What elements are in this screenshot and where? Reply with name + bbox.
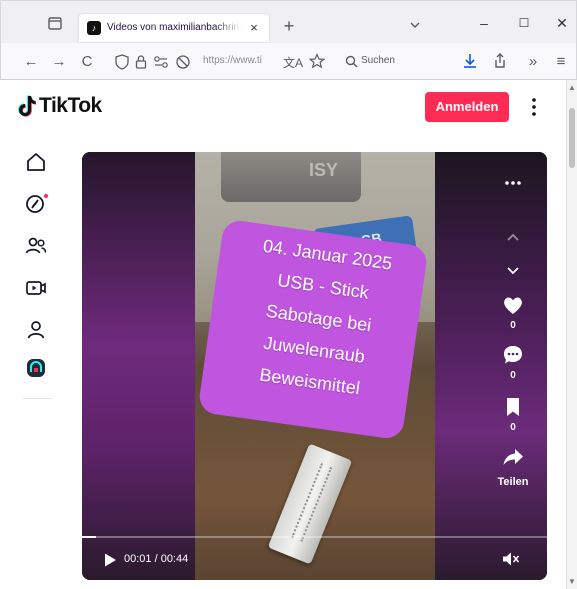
video-progress-fill: [82, 536, 96, 538]
bookmark-star-icon[interactable]: [308, 53, 326, 74]
url-text[interactable]: https://www.ti: [203, 55, 262, 66]
tracking-blocked-icon[interactable]: [175, 54, 191, 75]
next-video-icon[interactable]: [498, 260, 528, 287]
following-icon[interactable]: [24, 234, 48, 258]
tiktok-page: TikTok Anmelden ISY 04. Januar 2025 USB …: [0, 80, 566, 589]
toolbar-overflow-button[interactable]: »: [523, 52, 543, 72]
like-heart-icon[interactable]: [498, 294, 528, 321]
forward-button[interactable]: →: [49, 52, 69, 72]
tiktok-logo[interactable]: TikTok: [18, 92, 102, 120]
sidebar-nav: [0, 136, 70, 589]
login-button[interactable]: Anmelden: [425, 92, 509, 122]
previous-video-icon[interactable]: [498, 226, 528, 253]
url-bar[interactable]: https://www.ti 文A: [105, 50, 329, 74]
video-progress-bar[interactable]: [82, 536, 547, 538]
tiktok-favicon-icon: ♪: [87, 21, 101, 35]
bookmark-icon[interactable]: [498, 396, 528, 423]
mute-icon[interactable]: [502, 551, 520, 567]
tab-list-icon[interactable]: [45, 13, 65, 33]
share-label: Teilen: [497, 476, 529, 488]
like-count: 0: [510, 320, 516, 331]
share-page-icon[interactable]: [491, 52, 509, 75]
search-placeholder: Suchen: [361, 55, 395, 66]
video-action-bar: 0 0 0 Teilen: [498, 224, 528, 524]
more-options-icon[interactable]: [526, 94, 542, 120]
translate-icon[interactable]: 文A: [283, 54, 303, 71]
video-caption-text: 04. Januar 2025 USB - Stick Sabotage bei…: [197, 216, 437, 444]
video-player[interactable]: ISY GB 04. Januar 2025 USB - Stick Sabot…: [82, 152, 547, 580]
permissions-icon[interactable]: [153, 55, 169, 74]
home-icon[interactable]: [24, 150, 48, 174]
video-scene-device: ISY: [221, 152, 361, 202]
tab-close-button[interactable]: ×: [245, 19, 263, 37]
tab-title: Videos von maximilianbachring: [107, 22, 241, 33]
search-box[interactable]: Suchen: [337, 50, 447, 74]
share-arrow-icon[interactable]: [498, 446, 528, 473]
tiktok-logo-text: TikTok: [39, 94, 102, 117]
scroll-up-icon[interactable]: ▲: [568, 83, 576, 92]
get-app-icon[interactable]: [24, 356, 48, 380]
save-count: 0: [510, 422, 516, 433]
video-blur-right: [435, 152, 547, 580]
play-icon[interactable]: [102, 552, 118, 568]
maximize-button[interactable]: ☐: [513, 13, 535, 33]
back-button[interactable]: ←: [21, 52, 41, 72]
chevron-down-icon[interactable]: [407, 17, 423, 33]
browser-tab-bar: ♪ Videos von maximilianbachring × + – ☐ …: [0, 0, 577, 43]
page-scrollbar[interactable]: ▲ ▼: [566, 80, 577, 589]
shield-icon[interactable]: [115, 54, 129, 75]
close-window-button[interactable]: ✕: [551, 13, 573, 33]
scrollbar-thumb[interactable]: [569, 108, 575, 168]
profile-icon[interactable]: [24, 318, 48, 342]
video-more-icon[interactable]: [502, 174, 524, 185]
download-icon[interactable]: [461, 52, 479, 75]
usb-stick-image: [267, 443, 353, 565]
tiktok-note-icon: [18, 95, 36, 117]
reload-button[interactable]: C: [77, 52, 97, 72]
lock-icon[interactable]: [135, 54, 147, 75]
browser-nav-bar: ← → C https://www.ti 文A Suchen » ≡: [0, 43, 577, 80]
scroll-down-icon[interactable]: ▼: [568, 577, 576, 586]
live-icon[interactable]: [24, 276, 48, 300]
comment-icon[interactable]: [498, 344, 528, 371]
app-menu-button[interactable]: ≡: [551, 52, 571, 72]
video-blur-left: [82, 152, 197, 580]
browser-tab-active[interactable]: ♪ Videos von maximilianbachring ×: [79, 14, 269, 42]
device-label: ISY: [309, 160, 339, 180]
minimize-button[interactable]: –: [473, 13, 495, 33]
explore-icon[interactable]: [24, 192, 48, 216]
search-icon: [345, 55, 358, 73]
new-tab-button[interactable]: +: [279, 16, 299, 36]
video-time: 00:01 / 00:44: [124, 553, 189, 565]
sidebar-divider: [22, 398, 52, 399]
comment-count: 0: [510, 370, 516, 381]
tiktok-header: TikTok Anmelden: [0, 80, 566, 136]
